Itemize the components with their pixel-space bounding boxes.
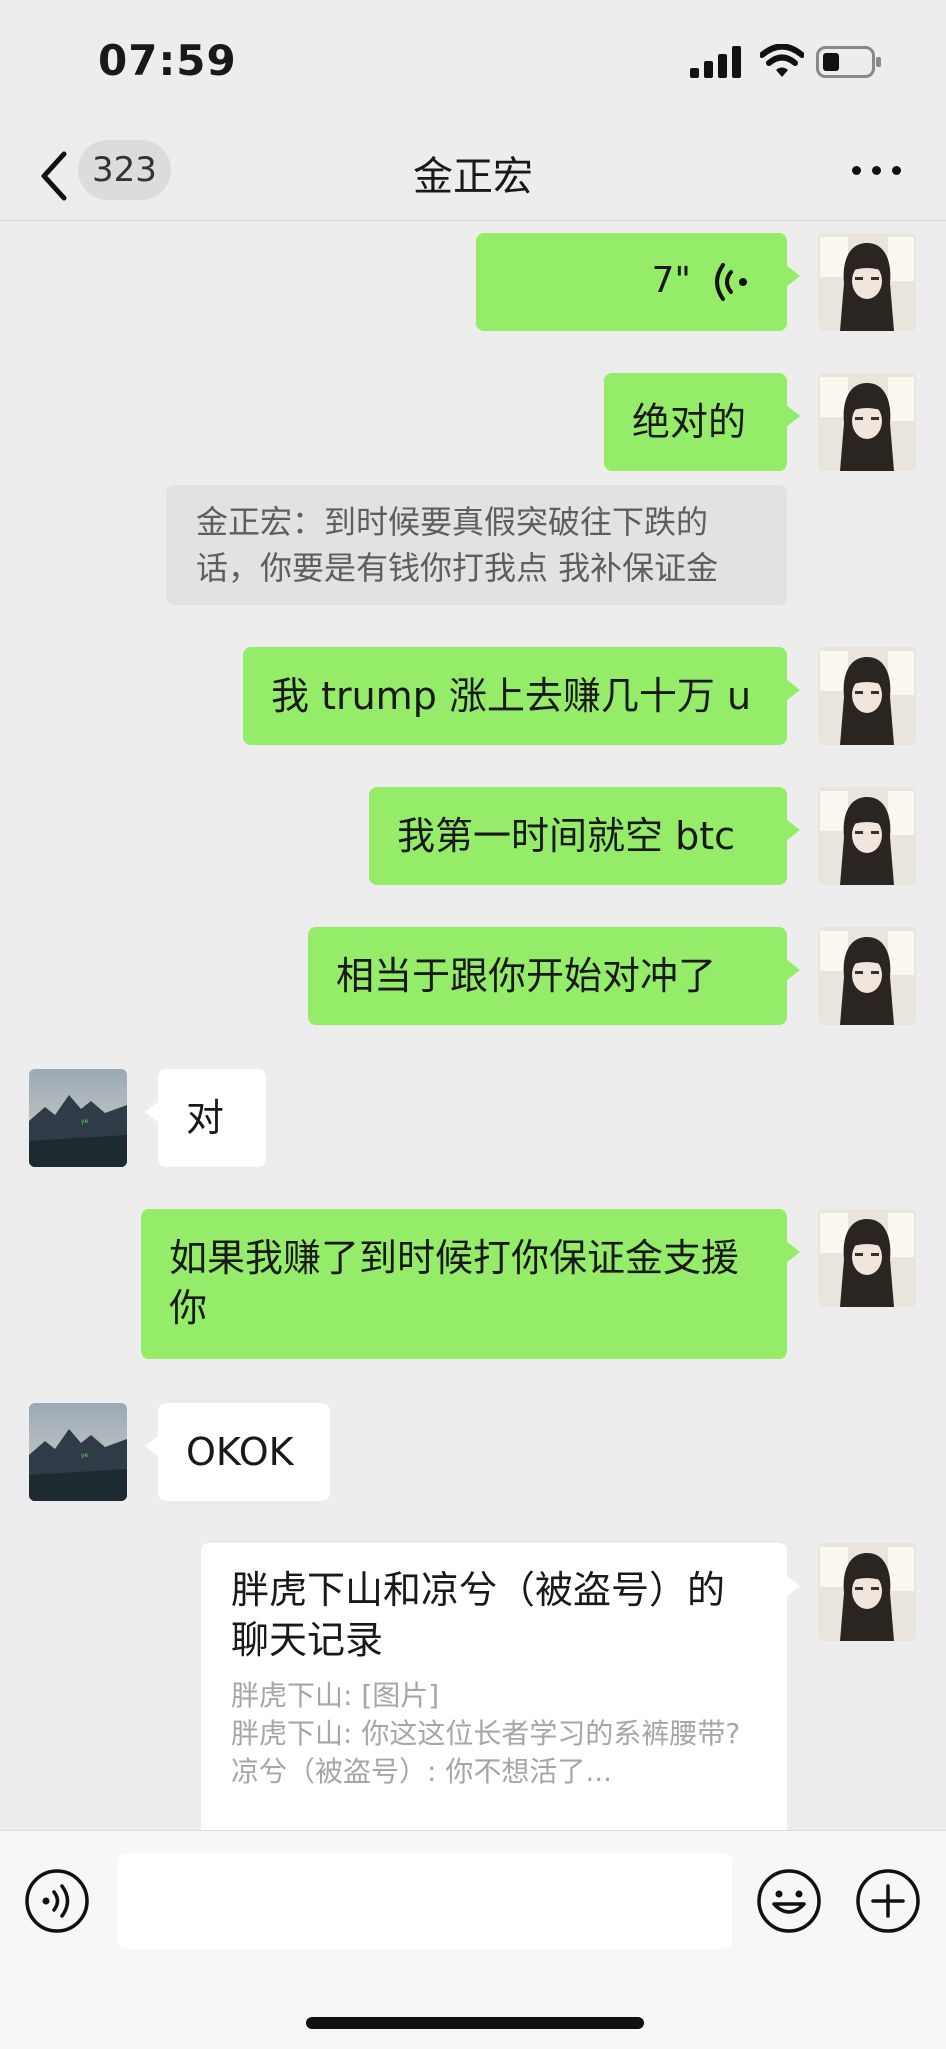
- message-text: 对: [186, 1096, 225, 1140]
- message-bubble[interactable]: 如果我赚了到时候打你保证金支援你: [141, 1209, 800, 1359]
- chat-header: 323 金正宏: [0, 130, 946, 221]
- message-text: OKOK: [186, 1430, 294, 1474]
- status-bar: 07:59: [0, 0, 946, 130]
- chat-record-card[interactable]: 胖虎下山和凉兮（被盗号）的聊天记录 胖虎下山: [图片] 胖虎下山: 你这这位长…: [201, 1543, 800, 1830]
- message-bubble[interactable]: 相当于跟你开始对冲了: [308, 927, 800, 1025]
- my-avatar[interactable]: [818, 787, 916, 885]
- voice-wave-icon: [715, 263, 747, 301]
- my-avatar[interactable]: [818, 927, 916, 1025]
- message-list[interactable]: 7" 绝对的 金正宏：到时候要真假突破往下跌的话，你要是有钱你打我点 我补保证金…: [0, 221, 946, 1830]
- my-avatar[interactable]: [818, 1209, 916, 1307]
- chat-record-line: 胖虎下山: 你这这位长者学习的系裤腰带?: [231, 1717, 741, 1750]
- message-text: 我 trump 涨上去赚几十万 u: [271, 674, 752, 718]
- voice-input-icon[interactable]: [24, 1868, 90, 1934]
- wifi-icon: [760, 44, 804, 77]
- chat-record-title: 胖虎下山和凉兮（被盗号）的聊天记录: [231, 1568, 726, 1662]
- message-input[interactable]: [118, 1853, 732, 1949]
- my-avatar[interactable]: [818, 647, 916, 745]
- message-bubble[interactable]: 我 trump 涨上去赚几十万 u: [243, 647, 800, 745]
- chat-title: 金正宏: [413, 154, 533, 200]
- my-avatar[interactable]: [818, 373, 916, 471]
- message-text: 相当于跟你开始对冲了: [336, 954, 717, 998]
- voice-message-bubble[interactable]: 7": [476, 233, 800, 331]
- emoji-icon[interactable]: [756, 1868, 822, 1934]
- voice-duration: 7": [651, 260, 691, 301]
- svg-text:ye: ye: [81, 1118, 89, 1125]
- input-bar: [0, 1830, 946, 2049]
- message-text: 绝对的: [632, 400, 747, 444]
- contact-avatar[interactable]: ye: [29, 1069, 127, 1167]
- my-avatar[interactable]: [818, 1543, 916, 1641]
- message-bubble[interactable]: OKOK: [145, 1403, 330, 1501]
- status-time: 07:59: [98, 36, 237, 85]
- chat-record-line: 胖虎下山: [图片]: [231, 1679, 440, 1712]
- quoted-text: 金正宏：到时候要真假突破往下跌的话，你要是有钱你打我点 我补保证金: [196, 503, 719, 587]
- quoted-message[interactable]: 金正宏：到时候要真假突破往下跌的话，你要是有钱你打我点 我补保证金: [166, 485, 787, 605]
- message-text: 如果我赚了到时候打你保证金支援你: [169, 1236, 740, 1330]
- chat-record-line: 凉兮（被盗号）: 你不想活了...: [231, 1755, 613, 1788]
- svg-text:ye: ye: [81, 1452, 89, 1459]
- message-bubble[interactable]: 我第一时间就空 btc: [369, 787, 800, 885]
- message-text: 我第一时间就空 btc: [397, 814, 735, 858]
- contact-avatar[interactable]: ye: [29, 1403, 127, 1501]
- signal-icon: [690, 46, 741, 78]
- plus-icon[interactable]: [855, 1868, 921, 1934]
- message-bubble[interactable]: 对: [145, 1069, 266, 1167]
- battery-icon: [816, 46, 881, 78]
- home-indicator[interactable]: [306, 2017, 644, 2029]
- my-avatar[interactable]: [818, 233, 916, 331]
- more-dots-icon[interactable]: [852, 156, 902, 186]
- message-bubble[interactable]: 绝对的: [604, 373, 800, 471]
